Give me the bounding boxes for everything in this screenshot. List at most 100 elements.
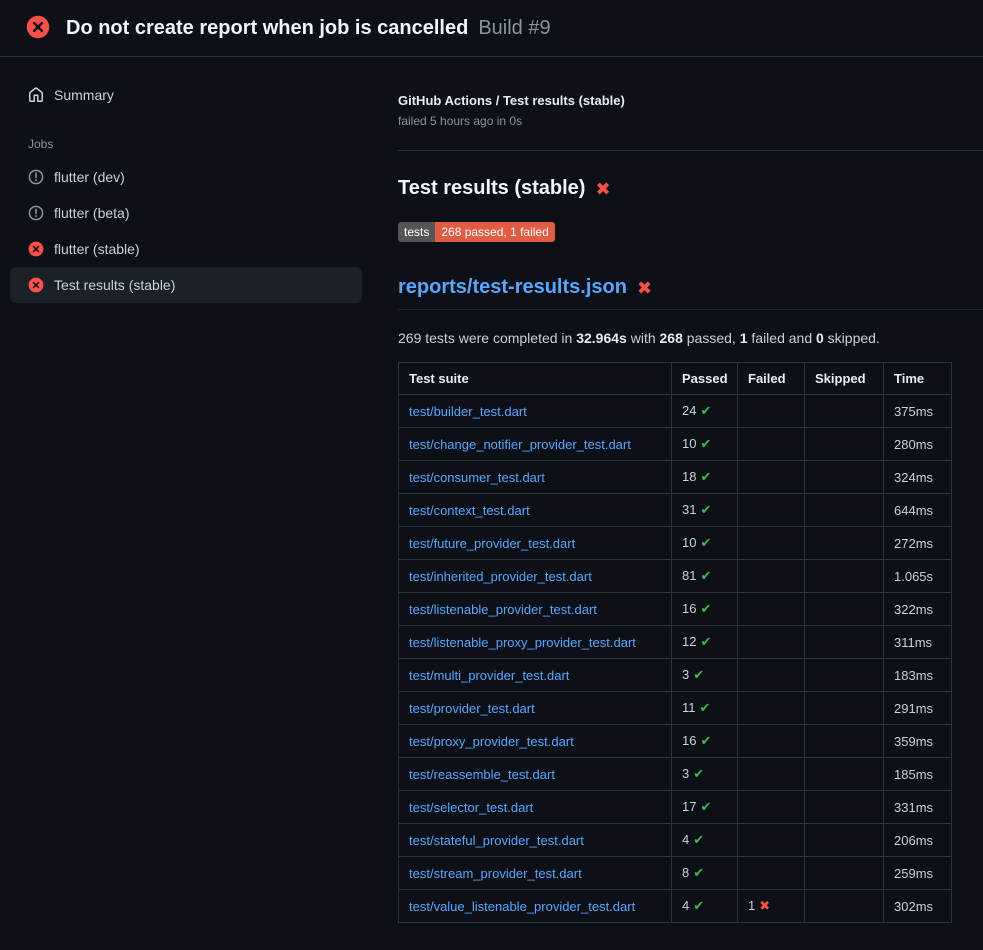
- jobs-sidebar: Summary Jobs flutter (dev) flut: [0, 57, 372, 950]
- passed-count: 4: [682, 898, 689, 913]
- cell-test-suite: test/consumer_test.dart: [399, 461, 672, 494]
- cell-passed: 8✔: [672, 857, 738, 890]
- cell-time: 280ms: [884, 428, 952, 461]
- test-suite-link[interactable]: test/reassemble_test.dart: [409, 767, 555, 782]
- table-row: test/selector_test.dart17✔331ms: [399, 791, 952, 824]
- test-suite-link[interactable]: test/stateful_provider_test.dart: [409, 833, 584, 848]
- cell-passed: 3✔: [672, 659, 738, 692]
- cell-passed: 4✔: [672, 824, 738, 857]
- cell-test-suite: test/provider_test.dart: [399, 692, 672, 725]
- cell-time: 183ms: [884, 659, 952, 692]
- test-suite-link[interactable]: test/value_listenable_provider_test.dart: [409, 899, 635, 914]
- failed-status-icon: [28, 277, 44, 293]
- summary-passed-count: 268: [660, 330, 683, 346]
- cell-test-suite: test/inherited_provider_test.dart: [399, 560, 672, 593]
- cell-passed: 12✔: [672, 626, 738, 659]
- test-suite-link[interactable]: test/proxy_provider_test.dart: [409, 734, 574, 749]
- cell-test-suite: test/future_provider_test.dart: [399, 527, 672, 560]
- cell-time: 324ms: [884, 461, 952, 494]
- test-suite-link[interactable]: test/listenable_provider_test.dart: [409, 602, 597, 617]
- test-suite-link[interactable]: test/future_provider_test.dart: [409, 536, 575, 551]
- cell-failed: [738, 692, 805, 725]
- summary-text: 269 tests were completed in: [398, 330, 576, 346]
- sidebar-summary-label: Summary: [54, 87, 114, 103]
- badge-value: 268 passed, 1 failed: [435, 222, 554, 242]
- test-suite-link[interactable]: test/consumer_test.dart: [409, 470, 545, 485]
- build-number: Build #9: [478, 17, 550, 40]
- check-icon: ✔: [693, 865, 704, 880]
- column-header-skipped: Skipped: [805, 363, 884, 395]
- cell-failed: [738, 494, 805, 527]
- test-suite-link[interactable]: test/change_notifier_provider_test.dart: [409, 437, 631, 452]
- cell-skipped: [805, 758, 884, 791]
- passed-count: 16: [682, 733, 696, 748]
- cross-mark-icon: ✖: [637, 279, 652, 297]
- table-row: test/inherited_provider_test.dart81✔1.06…: [399, 560, 952, 593]
- check-icon: ✔: [700, 436, 711, 451]
- cell-test-suite: test/change_notifier_provider_test.dart: [399, 428, 672, 461]
- table-row: test/provider_test.dart11✔291ms: [399, 692, 952, 725]
- passed-count: 8: [682, 865, 689, 880]
- cell-failed: [738, 593, 805, 626]
- passed-count: 3: [682, 667, 689, 682]
- cell-passed: 4✔: [672, 890, 738, 923]
- table-row: test/future_provider_test.dart10✔272ms: [399, 527, 952, 560]
- cell-failed: [738, 428, 805, 461]
- summary-text: failed and: [748, 330, 817, 346]
- cell-time: 311ms: [884, 626, 952, 659]
- passed-count: 24: [682, 403, 696, 418]
- test-suite-link[interactable]: test/provider_test.dart: [409, 701, 535, 716]
- passed-count: 10: [682, 436, 696, 451]
- test-suite-link[interactable]: test/multi_provider_test.dart: [409, 668, 569, 683]
- cell-passed: 10 ✔: [672, 428, 738, 461]
- sidebar-item-flutter-beta[interactable]: flutter (beta): [10, 195, 362, 231]
- cell-passed: 16✔: [672, 593, 738, 626]
- check-run-title: Do not create report when job is cancell…: [66, 17, 468, 40]
- check-icon: ✔: [693, 832, 704, 847]
- cell-skipped: [805, 626, 884, 659]
- cell-test-suite: test/stream_provider_test.dart: [399, 857, 672, 890]
- test-results-table: Test suite Passed Failed Skipped Time te…: [398, 362, 952, 923]
- sidebar-item-test-results-stable[interactable]: Test results (stable): [10, 267, 362, 303]
- test-suite-link[interactable]: test/listenable_proxy_provider_test.dart: [409, 635, 636, 650]
- passed-count: 3: [682, 766, 689, 781]
- cell-passed: 31✔: [672, 494, 738, 527]
- test-suite-link[interactable]: test/builder_test.dart: [409, 404, 527, 419]
- run-status-line: failed 5 hours ago in 0s: [398, 114, 983, 128]
- test-suite-link[interactable]: test/selector_test.dart: [409, 800, 533, 815]
- cell-skipped: [805, 494, 884, 527]
- test-suite-link[interactable]: test/inherited_provider_test.dart: [409, 569, 592, 584]
- sidebar-item-label: flutter (stable): [54, 241, 140, 257]
- cell-skipped: [805, 593, 884, 626]
- cross-icon: ✖: [759, 898, 770, 913]
- cell-failed: [738, 626, 805, 659]
- test-suite-link[interactable]: test/stream_provider_test.dart: [409, 866, 582, 881]
- cell-failed: [738, 659, 805, 692]
- cell-passed: 17✔: [672, 791, 738, 824]
- passed-count: 4: [682, 832, 689, 847]
- table-row: test/listenable_provider_test.dart16✔322…: [399, 593, 952, 626]
- home-icon: [28, 87, 44, 103]
- cell-time: 206ms: [884, 824, 952, 857]
- passed-count: 16: [682, 601, 696, 616]
- cell-test-suite: test/context_test.dart: [399, 494, 672, 527]
- sidebar-item-flutter-dev[interactable]: flutter (dev): [10, 159, 362, 195]
- sidebar-item-summary[interactable]: Summary: [10, 77, 362, 113]
- cell-time: 1.065s: [884, 560, 952, 593]
- cell-test-suite: test/listenable_provider_test.dart: [399, 593, 672, 626]
- report-file-link[interactable]: reports/test-results.json: [398, 276, 627, 299]
- cell-skipped: [805, 857, 884, 890]
- cell-passed: 10✔: [672, 527, 738, 560]
- test-suite-link[interactable]: test/context_test.dart: [409, 503, 530, 518]
- summary-text: skipped.: [824, 330, 880, 346]
- sidebar-item-flutter-stable[interactable]: flutter (stable): [10, 231, 362, 267]
- warning-status-icon: [28, 205, 44, 221]
- cell-failed: [738, 857, 805, 890]
- cell-test-suite: test/value_listenable_provider_test.dart: [399, 890, 672, 923]
- check-icon: ✔: [693, 766, 704, 781]
- sidebar-item-label: Test results (stable): [54, 277, 175, 293]
- table-row: test/listenable_proxy_provider_test.dart…: [399, 626, 952, 659]
- cell-skipped: [805, 659, 884, 692]
- check-icon: ✔: [700, 403, 711, 418]
- cell-test-suite: test/proxy_provider_test.dart: [399, 725, 672, 758]
